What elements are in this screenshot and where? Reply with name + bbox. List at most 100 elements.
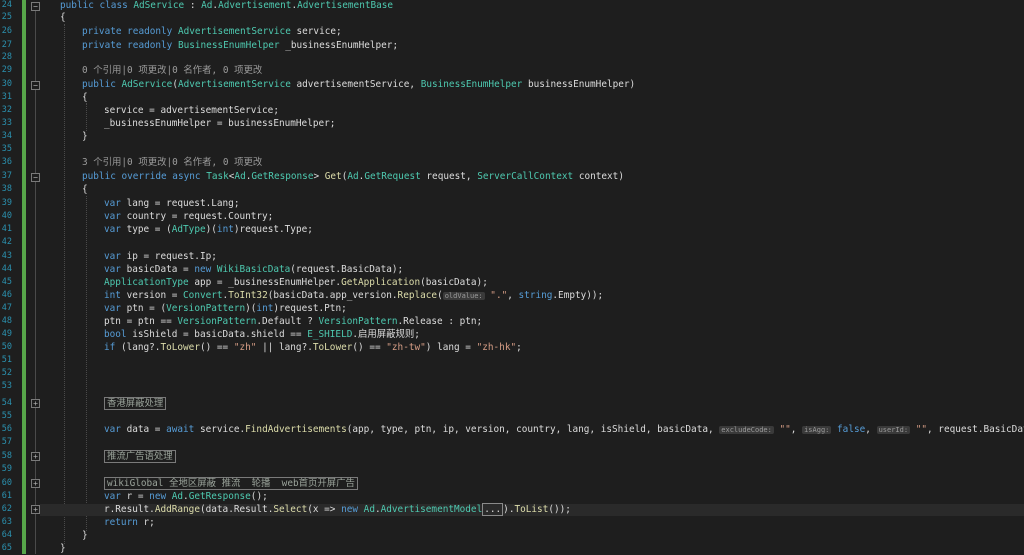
code-line[interactable]: {	[60, 12, 66, 24]
collapsed-region-label[interactable]: 香港屏蔽处理	[104, 397, 167, 410]
t: () ==	[352, 342, 387, 353]
t: r =	[120, 491, 150, 502]
code-line[interactable]: var data = await service.FindAdvertiseme…	[104, 424, 1024, 436]
t: int	[256, 303, 274, 314]
code-line[interactable]: var r = new Ad.GetResponse();	[104, 491, 268, 503]
code-line[interactable]: ptn = ptn == VersionPattern.Default ? Ve…	[104, 316, 482, 328]
collapse-lambda-icon[interactable]: +	[31, 505, 40, 514]
t: Ad	[363, 504, 375, 515]
t: country = request.Country;	[120, 211, 274, 222]
line-number: 62	[1, 504, 12, 514]
code-line-current[interactable]: r.Result.AddRange(data.Result.Select(x =…	[104, 503, 571, 516]
t: Replace	[397, 290, 438, 301]
code-line[interactable]: 推流广告语处理	[104, 450, 176, 463]
code-line[interactable]: }	[60, 543, 66, 555]
t: WikiBasicData	[216, 264, 291, 275]
t: .启用屏蔽规则;	[352, 329, 420, 340]
code-line[interactable]: service = advertisementService;	[104, 105, 279, 117]
codelens-references[interactable]: 3 个引用|0 项更改|0 名作者, 0 项更改	[82, 157, 262, 169]
t: version =	[120, 290, 184, 301]
t: (	[437, 290, 443, 301]
t: AdvertisementService	[177, 79, 291, 90]
code-line[interactable]: bool isShield = basicData.shield == E_SH…	[104, 329, 420, 341]
code-line-ctor-decl[interactable]: public AdService(AdvertisementService ad…	[82, 79, 635, 91]
line-number: 57	[1, 437, 12, 447]
code-line[interactable]: {	[82, 184, 88, 196]
code-line[interactable]: 香港屏蔽处理	[104, 397, 167, 410]
collapse-get-icon[interactable]: −	[31, 173, 40, 182]
t: FindAdvertisements	[245, 424, 347, 435]
line-number: 45	[1, 277, 12, 287]
code-line[interactable]: var basicData = new WikiBasicData(reques…	[104, 264, 403, 276]
collapsed-region-label[interactable]: wikiGlobal 全地区屏蔽 推流 轮播 web首页开屏广告	[104, 477, 358, 490]
t: ip = request.Ip;	[120, 251, 217, 262]
line-number: 26	[1, 26, 12, 36]
kw: public class	[60, 0, 134, 11]
code-line-get-decl[interactable]: public override async Task<Ad.GetRespons…	[82, 171, 624, 183]
t: || lang?.	[256, 342, 313, 353]
t: _businessEnumHelper;	[279, 40, 399, 51]
code-line[interactable]: }	[82, 131, 88, 143]
collapsed-region-label[interactable]: 推流广告语处理	[104, 450, 176, 463]
t: VersionPattern	[166, 303, 246, 314]
t: AdService	[121, 79, 173, 90]
line-number: 25	[1, 12, 12, 22]
code-line[interactable]: var lang = request.Lang;	[104, 198, 239, 210]
t: )(	[245, 303, 257, 314]
t: var	[104, 264, 121, 275]
t: request,	[420, 171, 478, 182]
t: , request.BasicData);	[927, 424, 1024, 435]
t: var	[104, 224, 121, 235]
t: AddRange	[154, 504, 200, 515]
code-line[interactable]: _businessEnumHelper = businessEnumHelper…	[104, 118, 335, 130]
t: BusinessEnumHelper	[177, 40, 280, 51]
t: )request.Type;	[233, 224, 313, 235]
collapse-region2-icon[interactable]: +	[31, 452, 40, 461]
code-line[interactable]: return r;	[104, 517, 155, 529]
collapse-region1-icon[interactable]: +	[31, 399, 40, 408]
code-line[interactable]: int version = Convert.ToInt32(basicData.…	[104, 290, 603, 302]
line-number: 38	[1, 184, 12, 194]
code-line[interactable]: var type = (AdType)(int)request.Type;	[104, 224, 313, 236]
collapse-region3-icon[interactable]: +	[31, 479, 40, 488]
t: service.	[194, 424, 246, 435]
t: new	[149, 491, 172, 502]
line-number: 63	[1, 517, 12, 527]
code-line[interactable]: private readonly BusinessEnumHelper _bus…	[82, 40, 398, 52]
code-line[interactable]: wikiGlobal 全地区屏蔽 推流 轮播 web首页开屏广告	[104, 477, 358, 490]
line-number: 43	[1, 251, 12, 261]
code-line[interactable]: var country = request.Country;	[104, 211, 273, 223]
line-number: 54	[1, 398, 12, 408]
t: ToLower	[312, 342, 353, 353]
code-line[interactable]: {	[82, 92, 88, 104]
t: AdvertisementBase	[297, 0, 394, 11]
brace: {	[60, 12, 66, 23]
collapse-ctor-icon[interactable]: −	[31, 81, 40, 90]
t: VersionPattern	[177, 316, 257, 327]
t: Ad	[201, 0, 213, 11]
code-line[interactable]: ApplicationType app = _businessEnumHelpe…	[104, 277, 488, 289]
line-number: 31	[1, 92, 12, 102]
code-line[interactable]: var ptn = (VersionPattern)(int)request.P…	[104, 303, 347, 315]
t: (basicData);	[420, 277, 488, 288]
t: new	[341, 504, 364, 515]
collapsed-block-ellipsis[interactable]: ...	[482, 503, 504, 516]
t: ""	[910, 424, 928, 435]
t: public	[82, 79, 122, 90]
codelens-references[interactable]: 0 个引用|0 项更改|0 名作者, 0 项更改	[82, 65, 262, 77]
line-number: 65	[1, 543, 12, 553]
t: private readonly	[82, 26, 178, 37]
t: .Release : ptn;	[397, 316, 483, 327]
code-line[interactable]: if (lang?.ToLower() == "zh" || lang?.ToL…	[104, 342, 522, 354]
t: AdvertisementService	[177, 26, 291, 37]
t: r;	[137, 517, 155, 528]
collapse-class-icon[interactable]: −	[31, 2, 40, 11]
t: Advertisement	[218, 0, 292, 11]
code-line[interactable]: }	[82, 530, 88, 542]
t: Ad	[171, 491, 184, 502]
line-number: 48	[1, 316, 12, 326]
code-line-class-decl[interactable]: public class AdService : Ad.Advertisemen…	[60, 0, 393, 12]
indent-guide	[86, 196, 87, 531]
code-line[interactable]: private readonly AdvertisementService se…	[82, 26, 342, 38]
code-line[interactable]: var ip = request.Ip;	[104, 251, 217, 263]
